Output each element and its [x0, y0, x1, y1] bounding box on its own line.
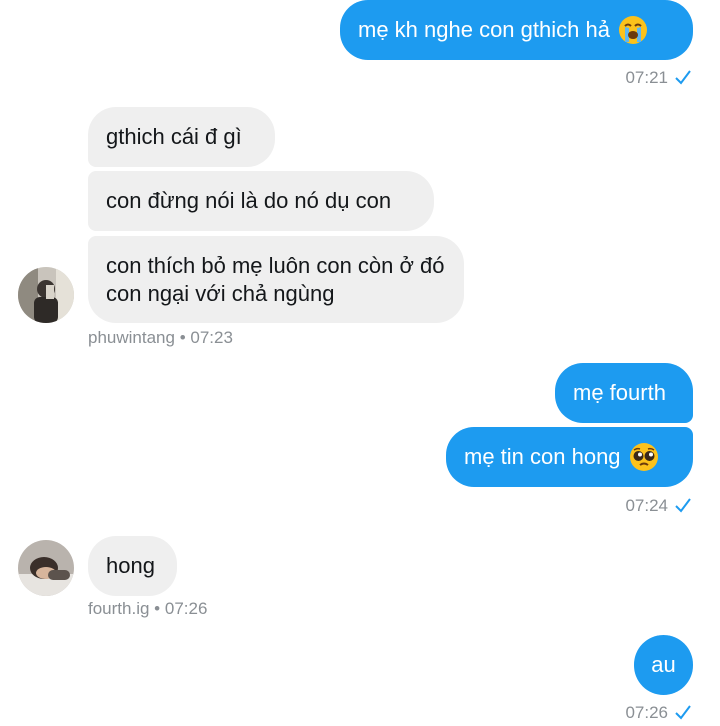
- sender-meta: phuwintang • 07:23: [88, 328, 233, 347]
- incoming-message-bubble[interactable]: hong: [88, 536, 177, 596]
- message-text: mẹ kh nghe con gthich hả: [358, 17, 610, 42]
- message-text: hong: [106, 553, 155, 578]
- message-text: au: [651, 652, 676, 677]
- user-photo: [18, 540, 74, 596]
- message-text: gthich cái đ gì: [106, 124, 242, 149]
- message-text: mẹ fourth: [573, 380, 666, 405]
- message-text: mẹ tin con hong: [464, 444, 621, 469]
- outgoing-message-bubble[interactable]: au: [634, 635, 693, 695]
- outgoing-message-bubble[interactable]: mẹ kh nghe con gthich hả: [340, 0, 693, 60]
- incoming-message-bubble[interactable]: con đừng nói là do nó dụ con: [88, 171, 434, 231]
- outgoing-message-bubble[interactable]: mẹ fourth: [555, 363, 693, 423]
- loudly-crying-face-icon: [618, 16, 647, 44]
- sent-check-icon: [675, 498, 691, 513]
- sender-name[interactable]: fourth.ig: [88, 599, 149, 618]
- incoming-message-bubble[interactable]: con thích bỏ mẹ luôn con còn ở đó con ng…: [88, 236, 464, 323]
- message-timestamp: 07:24: [625, 496, 692, 516]
- message-text: con đừng nói là do nó dụ con: [106, 188, 392, 213]
- message-timestamp: 07:26: [625, 703, 692, 723]
- sent-check-icon: [675, 70, 691, 85]
- sender-name[interactable]: phuwintang: [88, 328, 175, 347]
- user-photo: [18, 267, 74, 323]
- sent-check-icon: [675, 705, 691, 720]
- message-timestamp: 07:21: [625, 68, 692, 88]
- avatar[interactable]: [18, 267, 74, 323]
- outgoing-message-bubble[interactable]: mẹ tin con hong: [446, 427, 693, 487]
- sender-meta: fourth.ig • 07:26: [88, 599, 208, 618]
- avatar[interactable]: [18, 540, 74, 596]
- incoming-message-bubble[interactable]: gthich cái đ gì: [88, 107, 275, 167]
- pleading-face-icon: [629, 443, 658, 471]
- message-text: con thích bỏ mẹ luôn con còn ở đó con ng…: [106, 252, 445, 306]
